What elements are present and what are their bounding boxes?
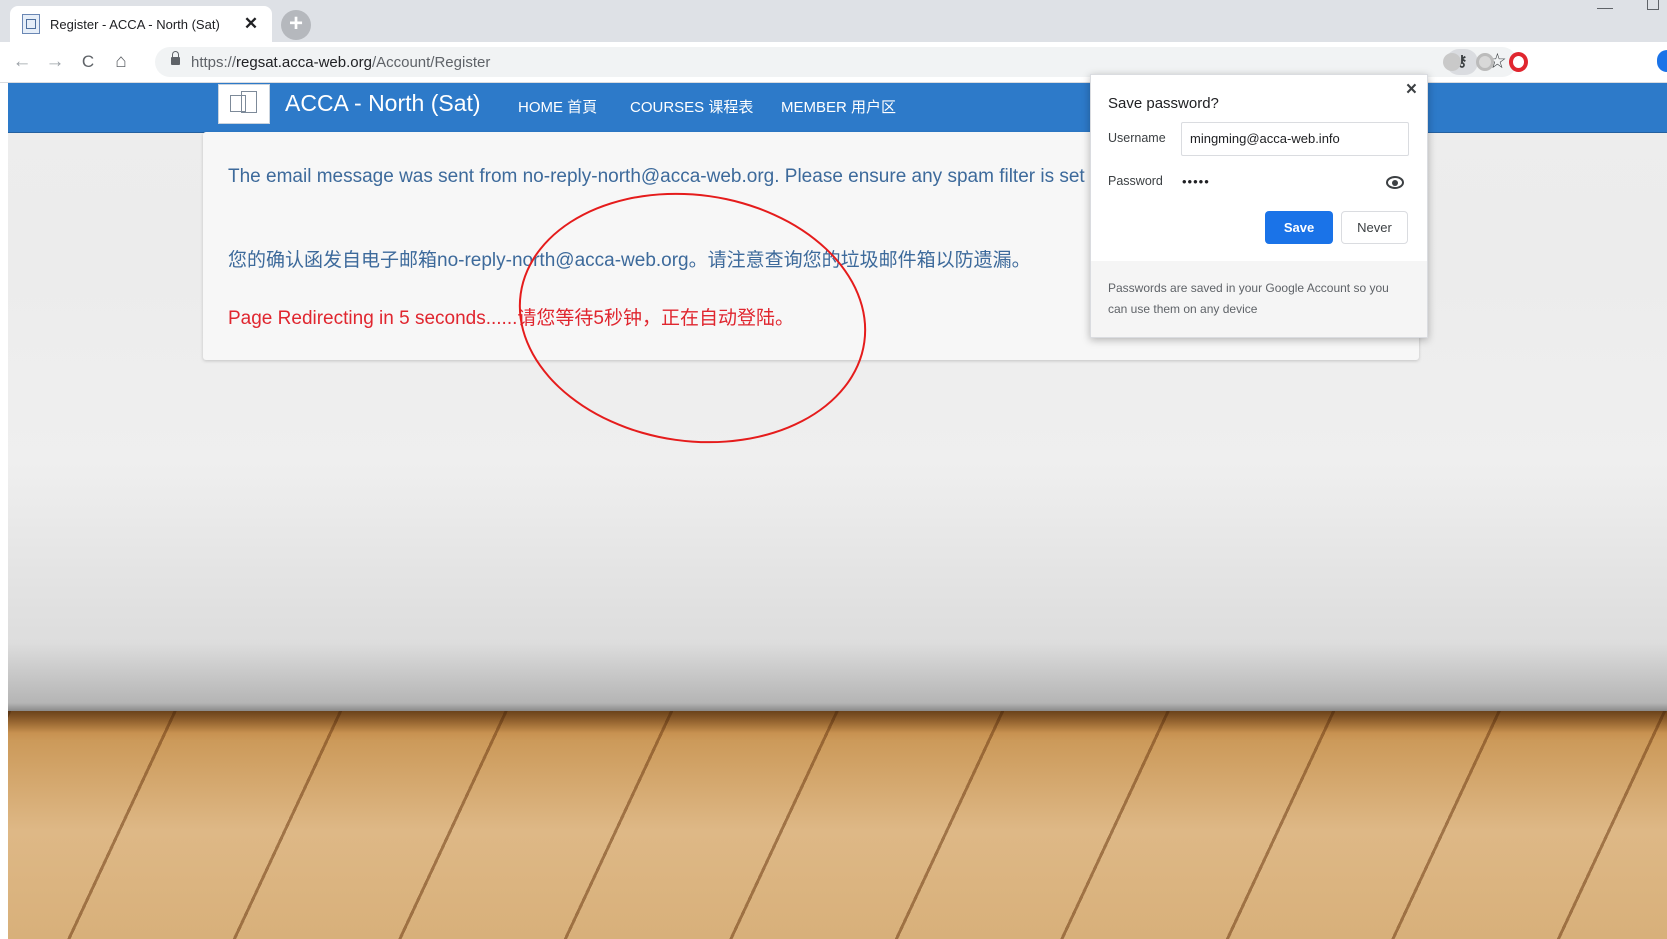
nav-courses-link[interactable]: COURSES 课程表 (630, 96, 753, 117)
never-button[interactable]: Never (1341, 211, 1408, 244)
extension-record-icon[interactable] (1476, 53, 1494, 71)
lock-icon[interactable] (171, 51, 180, 65)
tab-close-icon[interactable]: ✕ (242, 14, 260, 34)
password-field[interactable]: ••••• (1182, 174, 1210, 189)
site-brand-title[interactable]: ACCA - North (Sat) (285, 90, 481, 117)
page-favicon-icon (22, 14, 40, 34)
wood-floor-background (8, 711, 1667, 939)
home-icon[interactable]: ⌂ (109, 50, 133, 74)
save-button[interactable]: Save (1265, 211, 1333, 244)
opera-o-icon[interactable] (1509, 52, 1528, 72)
extension-shield-icon[interactable] (1443, 53, 1461, 71)
close-icon[interactable]: × (1406, 79, 1417, 101)
forward-arrow-icon[interactable]: → (43, 50, 67, 74)
profile-avatar-icon[interactable] (1657, 50, 1667, 72)
eye-icon[interactable] (1386, 176, 1404, 189)
window-minimize-icon[interactable] (1597, 0, 1613, 9)
new-tab-button[interactable]: + (281, 10, 311, 40)
save-password-bubble: × Save password? Username mingming@acca-… (1090, 74, 1428, 338)
site-logo[interactable] (218, 84, 270, 124)
tab-title: Register - ACCA - North (Sat) (50, 16, 220, 32)
reload-icon[interactable]: C (76, 50, 100, 74)
password-label: Password (1108, 174, 1163, 188)
back-arrow-icon[interactable]: ← (10, 50, 34, 74)
browser-tabstrip: Register - ACCA - North (Sat) ✕ + (0, 0, 1667, 42)
browser-tab[interactable]: Register - ACCA - North (Sat) ✕ (10, 6, 272, 42)
nav-home-link[interactable]: HOME 首頁 (518, 96, 597, 117)
nav-member-link[interactable]: MEMBER 用户区 (781, 96, 896, 117)
username-field[interactable]: mingming@acca-web.info (1181, 122, 1409, 156)
window-maximize-icon[interactable] (1647, 0, 1659, 10)
save-password-title: Save password? (1108, 95, 1219, 112)
address-bar[interactable]: https://regsat.acca-web.org/Account/Regi… (155, 47, 1517, 77)
url-text[interactable]: https://regsat.acca-web.org/Account/Regi… (191, 54, 490, 71)
username-label: Username (1108, 131, 1166, 145)
save-password-footer: Passwords are saved in your Google Accou… (1091, 261, 1427, 337)
